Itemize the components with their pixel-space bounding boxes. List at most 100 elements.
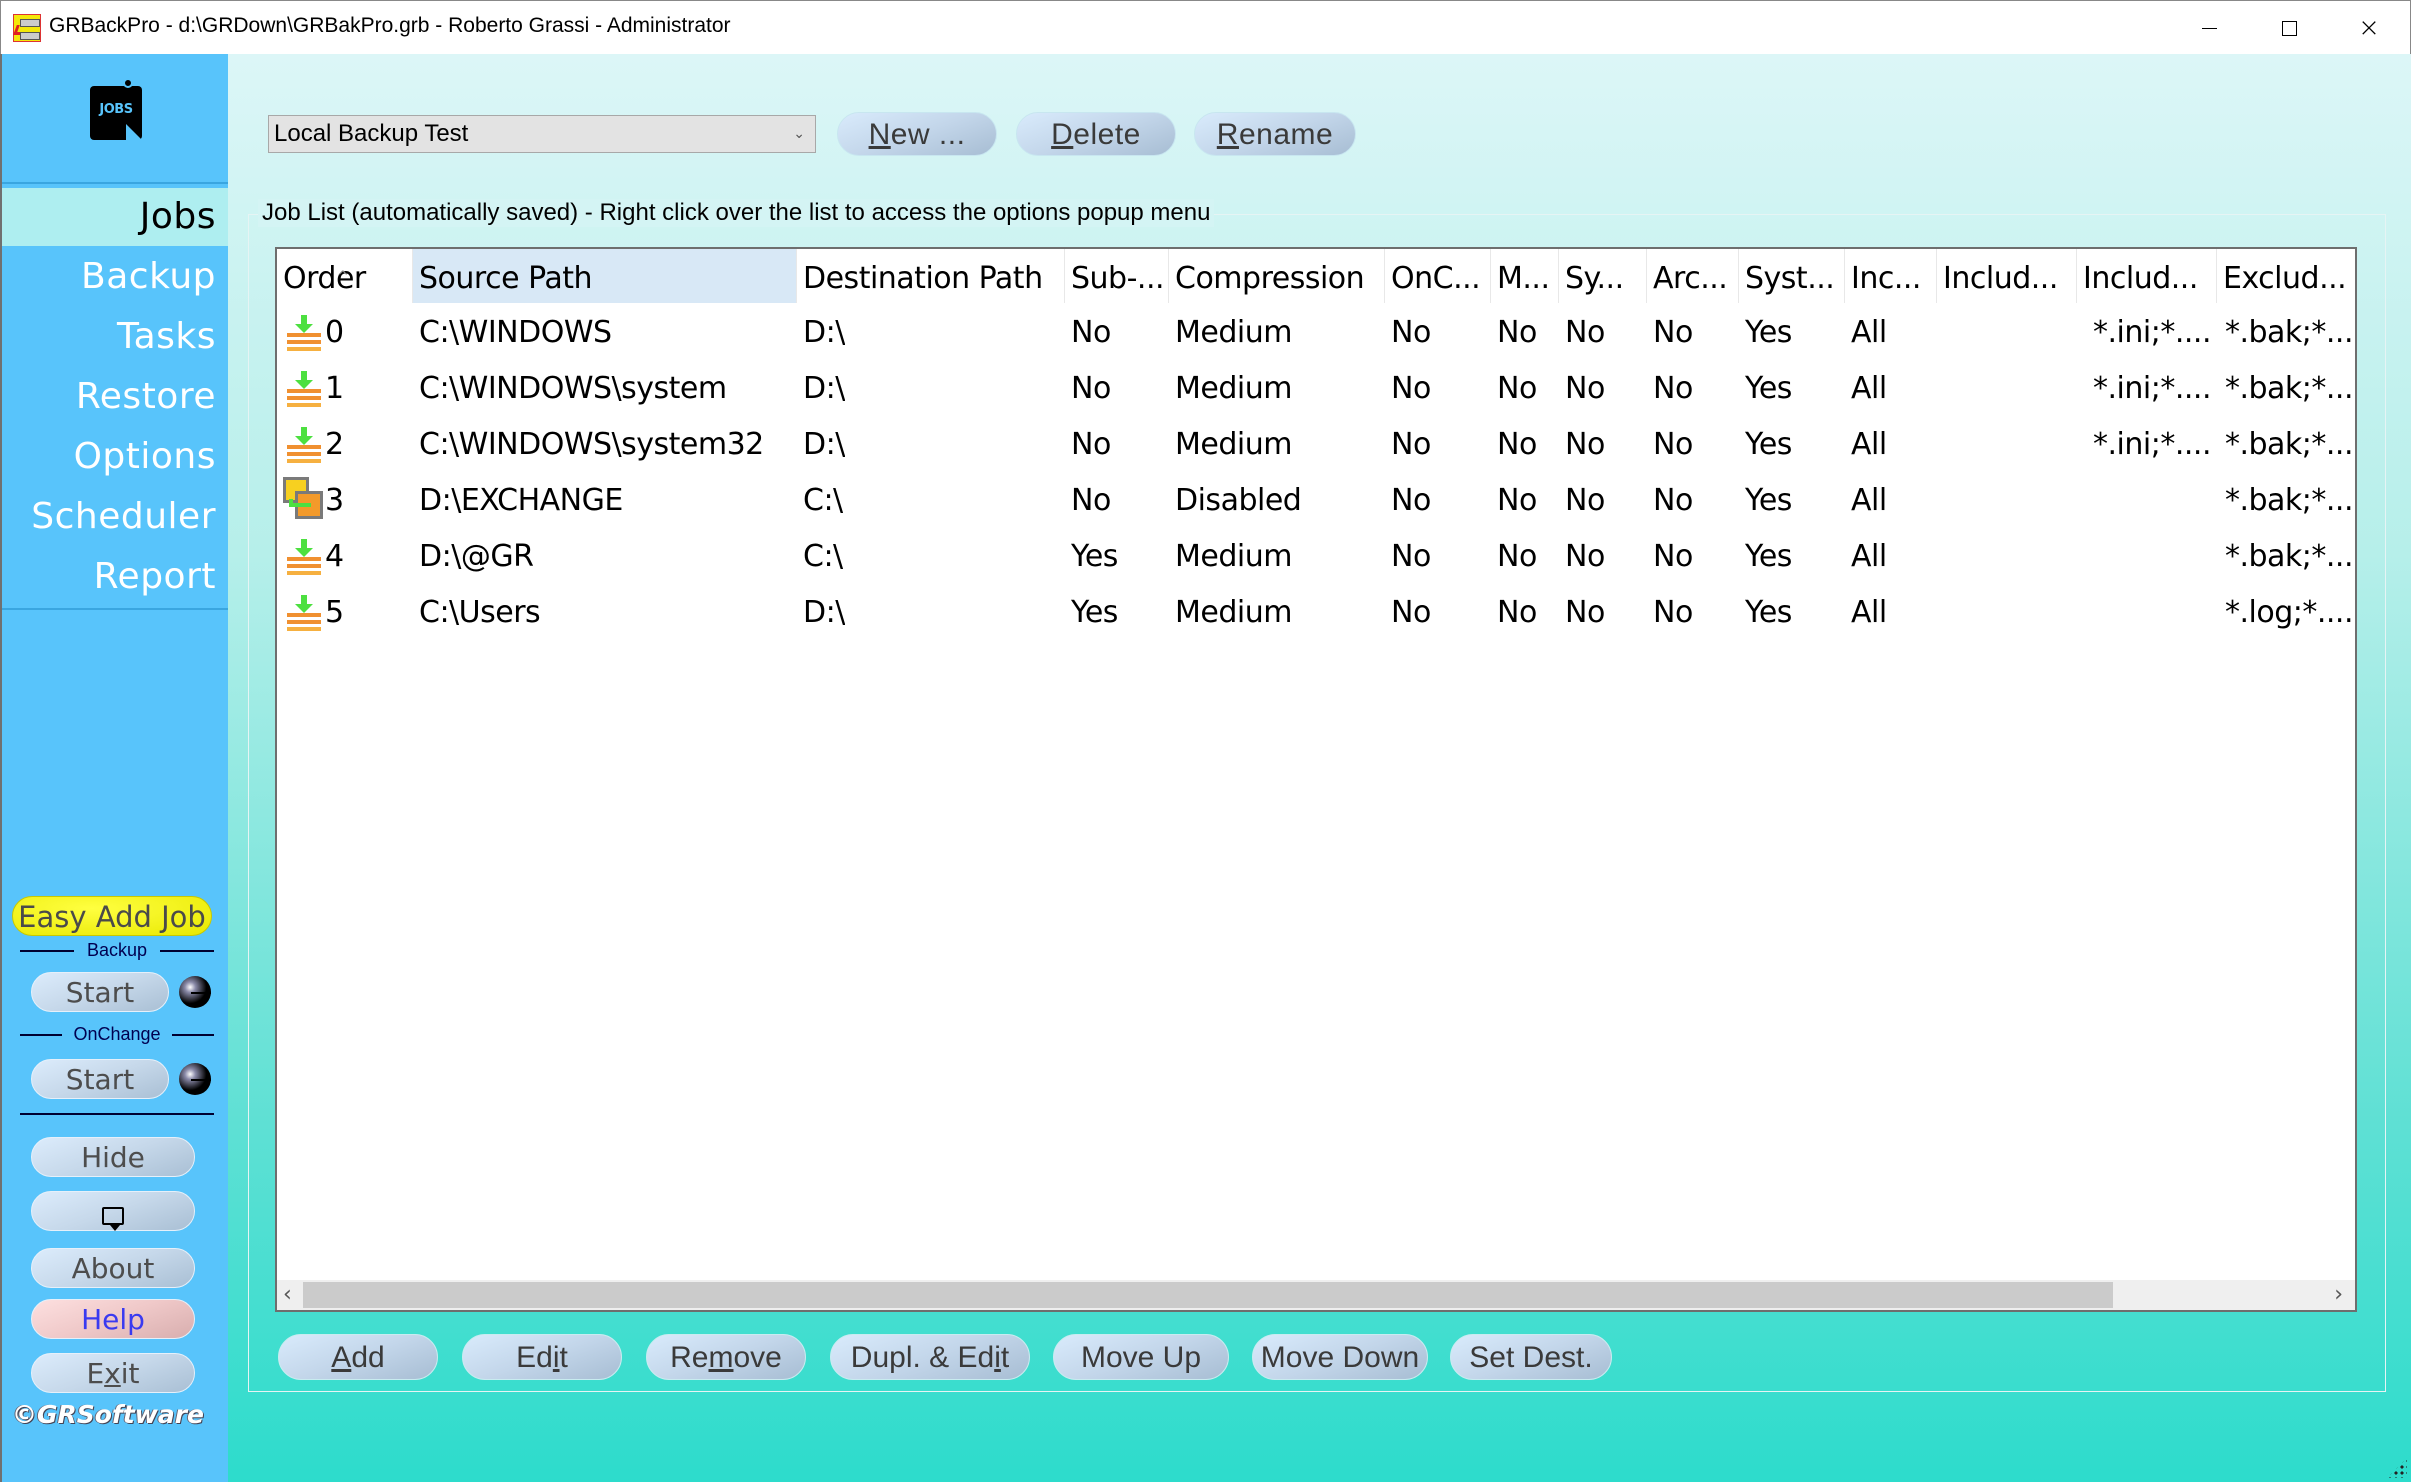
column-header-m[interactable]: M... xyxy=(1491,249,1559,303)
table-row[interactable]: 4 D:\@GR C:\ Yes Medium No No No No Yes All *.bak;*… xyxy=(277,529,2355,585)
chat-button[interactable] xyxy=(31,1191,195,1231)
move-down-button[interactable]: Move Down xyxy=(1252,1334,1428,1380)
onchange-start-button[interactable]: Start xyxy=(31,1059,169,1099)
cell-source-path: D:\@GR xyxy=(419,539,534,574)
edit-label-accel: i xyxy=(552,1341,560,1374)
separator-line xyxy=(160,950,214,952)
rename-label: ename xyxy=(1238,118,1334,151)
resize-grip-icon[interactable] xyxy=(2387,1458,2407,1478)
cell-compression: Medium xyxy=(1175,539,1292,574)
column-header-destination-path[interactable]: Destination Path xyxy=(797,249,1065,303)
sidebar-item-tasks[interactable]: Tasks xyxy=(2,308,228,366)
column-header-order[interactable]: ^ Order xyxy=(277,249,413,303)
move-up-button[interactable]: Move Up xyxy=(1053,1334,1229,1380)
edit-job-button[interactable]: Edit xyxy=(462,1334,622,1380)
column-header-inc[interactable]: Inc... xyxy=(1845,249,1937,303)
cell-source-path: C:\WINDOWS\system32 xyxy=(419,427,764,462)
cell-source-path: C:\WINDOWS\system xyxy=(419,371,727,406)
add-label: dd xyxy=(351,1341,385,1374)
close-icon: × xyxy=(2358,13,2380,43)
cell-compression: Medium xyxy=(1175,595,1292,630)
column-header-sy[interactable]: Sy... xyxy=(1559,249,1647,303)
sidebar-item-restore[interactable]: Restore xyxy=(2,368,228,426)
rename-job-button[interactable]: Rename xyxy=(1194,112,1356,156)
dupl-label: Dupl. & Ed xyxy=(850,1341,995,1374)
cell-destination-path: D:\ xyxy=(803,427,845,462)
column-header-source-path[interactable]: Source Path xyxy=(413,249,797,303)
backup-start-button[interactable]: Start xyxy=(31,972,169,1012)
sidebar-item-options[interactable]: Options xyxy=(2,428,228,486)
cell-system: Yes xyxy=(1745,483,1792,518)
cell-order: 0 xyxy=(325,315,344,350)
table-row[interactable]: 0 C:\WINDOWS D:\ No Medium No No No No Yes All *.in… xyxy=(277,305,2355,361)
cell-order: 1 xyxy=(325,371,344,406)
table-header: ^ Order Source Path Destination Path Sub-… xyxy=(277,249,2355,303)
exit-button[interactable]: Exit xyxy=(31,1353,195,1393)
sidebar-item-jobs[interactable]: Jobs xyxy=(2,188,228,246)
title-bar: GRBackPro - d:\GRDown\GRBakPro.grb - Rob… xyxy=(0,0,2411,54)
remove-label: ove xyxy=(733,1341,782,1374)
cell-sy: No xyxy=(1565,539,1605,574)
sidebar-item-report[interactable]: Report xyxy=(2,548,228,606)
close-button[interactable]: × xyxy=(2329,1,2409,55)
table-row[interactable]: 2 C:\WINDOWS\system32 D:\ No Medium No No No No Y… xyxy=(277,417,2355,473)
column-header-system[interactable]: Syst... xyxy=(1739,249,1845,303)
cell-m: No xyxy=(1497,315,1537,350)
help-button[interactable]: Help xyxy=(31,1299,195,1339)
remove-label: Re xyxy=(670,1341,709,1374)
cell-exclude: *.bak;*... xyxy=(2224,539,2354,574)
about-button[interactable]: About xyxy=(31,1248,195,1288)
chevron-down-icon: ⌄ xyxy=(793,125,805,141)
column-header-compression[interactable]: Compression xyxy=(1169,249,1385,303)
minimize-button[interactable] xyxy=(2169,1,2249,55)
remove-job-button[interactable]: Remove xyxy=(646,1334,806,1380)
hide-button[interactable]: Hide xyxy=(31,1137,195,1177)
sort-ascending-icon: ^ xyxy=(337,269,349,285)
cell-subfolders: No xyxy=(1071,371,1111,406)
dupl-label-accel: i xyxy=(994,1341,1001,1374)
set-destination-button[interactable]: Set Dest. xyxy=(1450,1334,1612,1380)
cell-exclude: *.bak;*... xyxy=(2224,483,2354,518)
column-header-include-2[interactable]: Includ... xyxy=(2077,249,2217,303)
cell-include-2 xyxy=(2077,585,2217,641)
add-job-button[interactable]: Add xyxy=(278,1334,438,1380)
scroll-left-icon[interactable]: ‹ xyxy=(283,1280,292,1310)
cell-destination-path: C:\ xyxy=(803,539,843,574)
column-header-onchange[interactable]: OnC... xyxy=(1385,249,1491,303)
dupl-label: t xyxy=(1000,1341,1010,1374)
table-row[interactable]: 3 D:\EXCHANGE C:\ No Disabled No No No No Yes All *… xyxy=(277,473,2355,529)
table-row[interactable]: 1 C:\WINDOWS\system D:\ No Medium No No No No Yes… xyxy=(277,361,2355,417)
cell-order: 3 xyxy=(325,483,344,518)
scrollbar-thumb[interactable] xyxy=(303,1282,2113,1308)
cell-onchange: No xyxy=(1391,371,1431,406)
column-header-exclude[interactable]: Exclud... xyxy=(2217,249,2355,303)
backup-job-icon xyxy=(287,539,321,575)
backup-job-icon xyxy=(287,427,321,463)
scroll-right-icon[interactable]: › xyxy=(2334,1280,2343,1310)
maximize-button[interactable] xyxy=(2249,1,2329,55)
new-job-button[interactable]: New ... xyxy=(837,112,997,156)
maximize-icon xyxy=(2281,20,2297,36)
cell-include-1 xyxy=(1937,361,1943,417)
sidebar-item-backup[interactable]: Backup xyxy=(2,248,228,306)
column-header-archive[interactable]: Arc... xyxy=(1647,249,1739,303)
sidebar-item-scheduler[interactable]: Scheduler xyxy=(2,488,228,546)
cell-source-path: D:\EXCHANGE xyxy=(419,483,623,518)
horizontal-scrollbar[interactable]: ‹ › xyxy=(277,1280,2355,1310)
delete-job-button[interactable]: Delete xyxy=(1016,112,1176,156)
table-row[interactable]: 5 C:\Users D:\ Yes Medium No No No No Yes All *.log… xyxy=(277,585,2355,641)
separator-line xyxy=(20,950,74,952)
cell-destination-path: D:\ xyxy=(803,595,845,630)
easy-add-job-button[interactable]: Easy Add Job xyxy=(12,896,212,936)
cell-system: Yes xyxy=(1745,315,1792,350)
cell-include-2: *.ini;*.... xyxy=(2093,427,2211,462)
cell-subfolders: No xyxy=(1071,315,1111,350)
column-header-subfolders[interactable]: Sub-... xyxy=(1065,249,1169,303)
job-list-table[interactable]: ^ Order Source Path Destination Path Sub-… xyxy=(275,247,2357,1312)
duplicate-edit-button[interactable]: Dupl. & Edit xyxy=(830,1334,1030,1380)
cell-system: Yes xyxy=(1745,595,1792,630)
job-select-dropdown[interactable]: Local Backup Test ⌄ xyxy=(268,115,816,153)
column-header-include-1[interactable]: Includ... xyxy=(1937,249,2077,303)
cell-compression: Disabled xyxy=(1175,483,1302,518)
cell-archive: No xyxy=(1653,539,1693,574)
